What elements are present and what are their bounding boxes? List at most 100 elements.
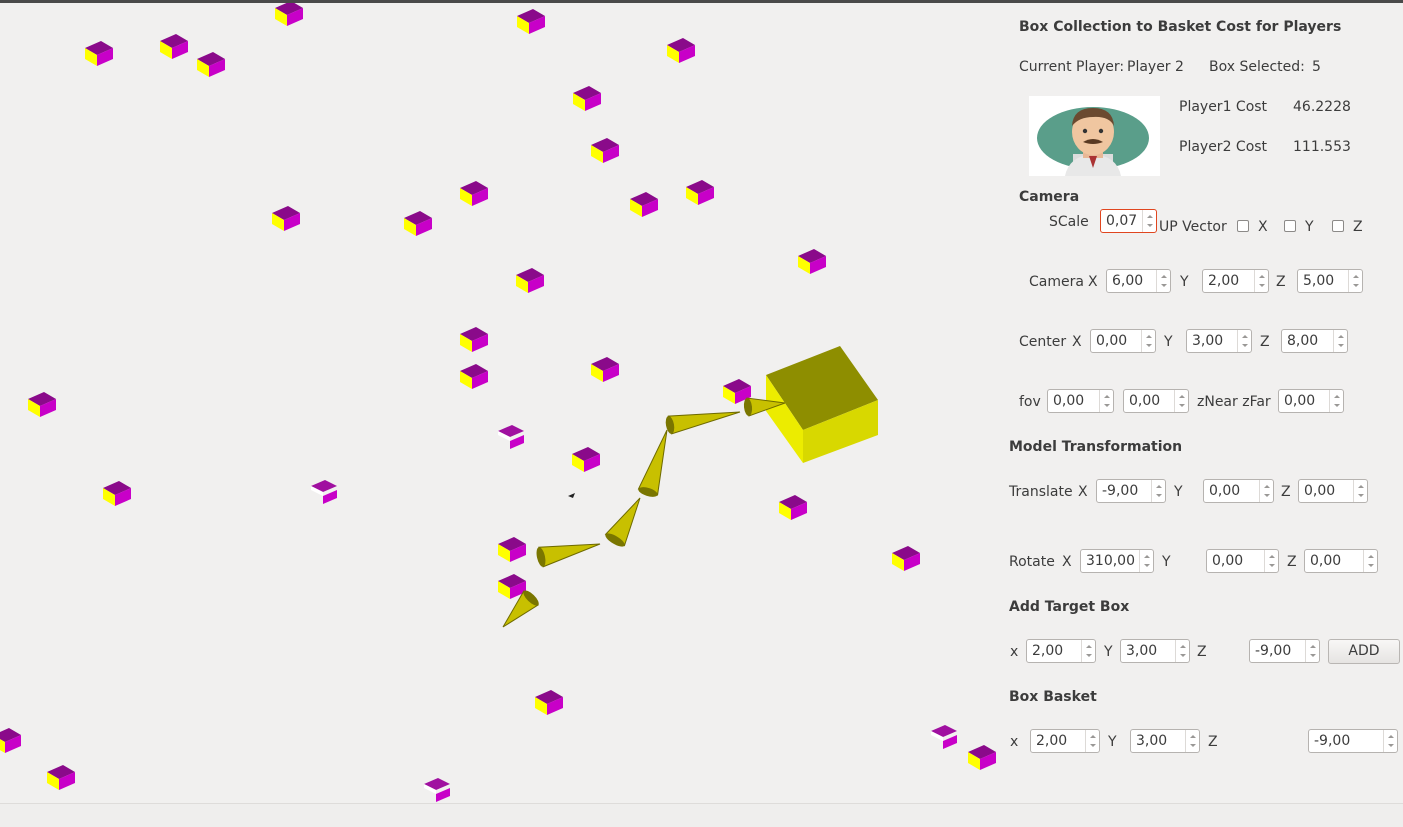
basket-y-spinbox[interactable]: 3,00 [1130,729,1200,753]
rotate-y-spinbox[interactable]: 0,00 [1206,549,1279,573]
rotate-y-arrows[interactable] [1264,550,1278,572]
basket-z-arrows[interactable] [1383,730,1397,752]
translate-y-spinbox[interactable]: 0,00 [1203,479,1274,503]
fov-arrows-1[interactable] [1099,390,1113,412]
target-box [460,181,488,206]
translate-x-spinbox[interactable]: -9,00 [1096,479,1166,503]
collected-box [311,480,337,504]
target-y-arrows[interactable] [1175,640,1189,662]
target-z-spinbox[interactable]: -9,00 [1249,639,1320,663]
collected-box [498,425,524,449]
camera-x-label: X [1088,274,1098,290]
fov-label: fov [1019,394,1041,410]
rotate-y-value: 0,00 [1212,553,1244,569]
fov-spinbox-1[interactable]: 0,00 [1047,389,1114,413]
up-x-checkbox[interactable] [1237,220,1249,232]
target-box [460,327,488,352]
box-basket [766,346,878,463]
rotate-z-arrows[interactable] [1363,550,1377,572]
target-box [516,268,544,293]
translate-z-label: Z [1281,484,1291,500]
target-box [85,41,113,66]
basket-z-spinbox[interactable]: -9,00 [1308,729,1398,753]
collected-box [424,778,450,802]
translate-x-arrows[interactable] [1151,480,1165,502]
rotate-z-spinbox[interactable]: 0,00 [1304,549,1378,573]
target-box [197,52,225,77]
player2-cost-label: Player2 Cost [1179,139,1268,155]
rotate-z-label: Z [1287,554,1297,570]
target-box [779,495,807,520]
target-box [667,38,695,63]
scene-canvas[interactable] [0,3,1005,803]
camera-y-arrows[interactable] [1254,270,1268,292]
rotate-x-value: 310,00 [1086,553,1135,569]
camera-z-spinbox[interactable]: 5,00 [1297,269,1363,293]
target-box [630,192,658,217]
znear-zfar-label: zNear zFar [1197,394,1271,410]
target-z-label: Z [1197,644,1207,660]
camera-y-spinbox[interactable]: 2,00 [1202,269,1269,293]
basket-x-arrows[interactable] [1085,730,1099,752]
center-z-spinbox[interactable]: 8,00 [1281,329,1348,353]
basket-y-label: Y [1108,734,1117,750]
translate-z-arrows[interactable] [1353,480,1367,502]
translate-y-label: Y [1174,484,1183,500]
zfar-arrows[interactable] [1329,390,1343,412]
3d-viewport[interactable] [0,3,1005,803]
translate-z-value: 0,00 [1304,483,1336,499]
up-y-checkbox[interactable] [1284,220,1296,232]
scale-value: 0,07 [1106,213,1138,229]
center-z-value: 8,00 [1287,333,1319,349]
rotate-label: Rotate [1009,554,1055,570]
up-y-label: Y [1305,219,1314,235]
center-y-spinbox[interactable]: 3,00 [1186,329,1252,353]
camera-x-arrows[interactable] [1156,270,1170,292]
current-player-value: Player 2 [1127,59,1184,75]
center-y-label: Y [1164,334,1173,350]
camera-z-value: 5,00 [1303,273,1335,289]
basket-x-spinbox[interactable]: 2,00 [1030,729,1100,753]
fov-arrows-2[interactable] [1174,390,1188,412]
target-box [591,138,619,163]
translate-y-arrows[interactable] [1259,480,1273,502]
up-z-checkbox[interactable] [1332,220,1344,232]
target-box [272,206,300,231]
box-selected-label: Box Selected: [1209,59,1305,75]
trail-cone [604,497,641,547]
add-button[interactable]: ADD [1328,639,1400,664]
target-x-spinbox[interactable]: 2,00 [1026,639,1096,663]
target-y-label: Y [1104,644,1113,660]
rotate-x-arrows[interactable] [1139,550,1153,572]
player1-cost-value: 46.2228 [1293,99,1351,115]
target-box [591,357,619,382]
basket-y-arrows[interactable] [1185,730,1199,752]
target-y-spinbox[interactable]: 3,00 [1120,639,1190,663]
scale-spin-arrows[interactable] [1142,210,1156,232]
center-y-arrows[interactable] [1237,330,1251,352]
player-avatar-image [1037,107,1149,176]
center-z-arrows[interactable] [1333,330,1347,352]
center-x-spinbox[interactable]: 0,00 [1090,329,1156,353]
fov-value-1: 0,00 [1053,393,1085,409]
center-x-label: X [1072,334,1082,350]
scale-spinbox[interactable]: 0,07 [1100,209,1157,233]
fov-spinbox-2[interactable]: 0,00 [1123,389,1189,413]
model-heading: Model Transformation [1009,439,1183,455]
camera-x-spinbox[interactable]: 6,00 [1106,269,1171,293]
target-z-arrows[interactable] [1305,640,1319,662]
basket-z-label: Z [1208,734,1218,750]
player1-cost-label: Player1 Cost [1179,99,1268,115]
translate-z-spinbox[interactable]: 0,00 [1298,479,1368,503]
target-box [103,481,131,506]
status-bar [0,803,1403,827]
target-box [535,690,563,715]
target-x-arrows[interactable] [1081,640,1095,662]
translate-label: Translate [1009,484,1073,500]
center-x-arrows[interactable] [1141,330,1155,352]
zfar-spinbox[interactable]: 0,00 [1278,389,1344,413]
collected-box [931,725,957,749]
rotate-x-spinbox[interactable]: 310,00 [1080,549,1154,573]
camera-z-arrows[interactable] [1348,270,1362,292]
translate-x-value: -9,00 [1102,483,1139,499]
